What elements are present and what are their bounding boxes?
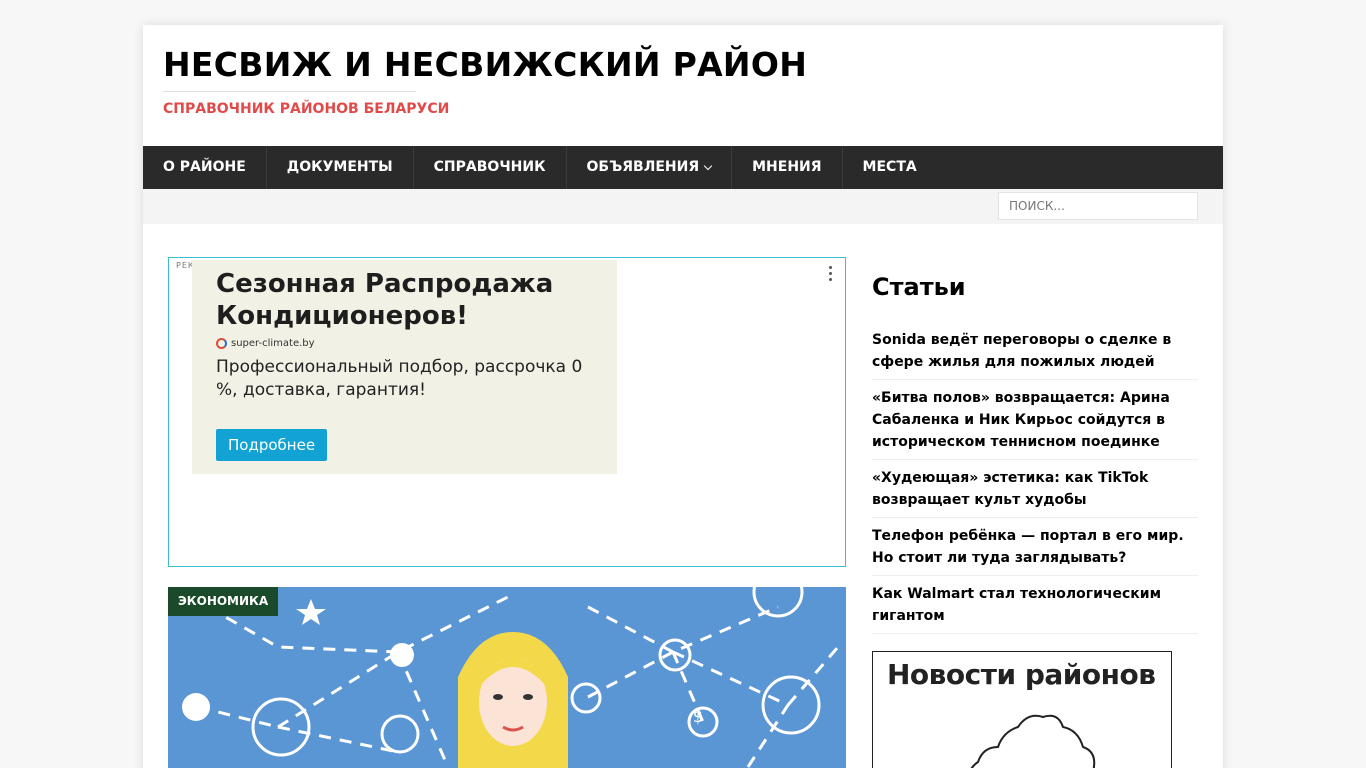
- nav-item-documents[interactable]: ДОКУМЕНТЫ: [267, 146, 414, 189]
- nav-item-directory[interactable]: СПРАВОЧНИК: [414, 146, 567, 189]
- article-list: Sonida ведёт переговоры о сделке в сфере…: [872, 327, 1198, 639]
- site-title[interactable]: НЕСВИЖ И НЕСВИЖСКИЙ РАЙОН: [163, 45, 807, 84]
- ad-domain-text: super-climate.by: [231, 338, 315, 349]
- news-banner-title: Новости районов: [887, 658, 1156, 691]
- main-navigation: О РАЙОНЕ ДОКУМЕНТЫ СПРАВОЧНИК ОБЪЯВЛЕНИЯ…: [143, 146, 1223, 189]
- title-divider: [163, 91, 416, 92]
- nav-item-about[interactable]: О РАЙОНЕ: [143, 146, 267, 189]
- ad-more-button[interactable]: Подробнее: [216, 429, 328, 461]
- nav-item-opinions[interactable]: МНЕНИЯ: [732, 146, 843, 189]
- chevron-down-icon: [703, 161, 713, 170]
- ad-domain: super-climate.by: [216, 338, 315, 349]
- article-link[interactable]: Как Walmart стал технологическим гиганто…: [872, 581, 1198, 634]
- nav-item-label: ДОКУМЕНТЫ: [286, 159, 393, 175]
- svg-text:$: $: [693, 707, 703, 726]
- ad-title[interactable]: Сезонная Распродажа Кондиционеров!: [216, 268, 606, 332]
- nav-item-label: МНЕНИЯ: [752, 159, 822, 175]
- article-link[interactable]: «Худеющая» эстетика: как TikTok возвраща…: [872, 465, 1198, 518]
- site-description: СПРАВОЧНИК РАЙОНОВ БЕЛАРУСИ: [163, 101, 450, 117]
- nav-item-label: МЕСТА: [862, 159, 917, 175]
- nav-item-label: О РАЙОНЕ: [163, 159, 246, 175]
- search-bar: [143, 189, 1223, 224]
- nav-item-ads[interactable]: ОБЪЯВЛЕНИЯ: [567, 146, 733, 189]
- news-banner[interactable]: Новости районов: [872, 651, 1172, 768]
- search-input[interactable]: [998, 192, 1198, 220]
- belarus-map-icon: [970, 714, 1096, 768]
- brand-logo-icon: [216, 338, 227, 349]
- nav-item-label: СПРАВОЧНИК: [433, 159, 546, 175]
- more-options-icon[interactable]: [829, 266, 833, 284]
- ad-panel[interactable]: Сезонная Распродажа Кондиционеров! super…: [192, 260, 617, 474]
- article-link[interactable]: Sonida ведёт переговоры о сделке в сфере…: [872, 327, 1198, 380]
- nav-item-places[interactable]: МЕСТА: [843, 146, 937, 189]
- category-badge[interactable]: ЭКОНОМИКА: [168, 587, 279, 616]
- sidebar-title: Статьи: [872, 273, 966, 301]
- ad-text: Профессиональный подбор, рассрочка 0 %, …: [216, 357, 583, 400]
- nav-item-label: ОБЪЯВЛЕНИЯ: [586, 159, 700, 175]
- featured-post-image[interactable]: ЭКОНОМИКА $: [168, 587, 846, 768]
- page-wrapper: НЕСВИЖ И НЕСВИЖСКИЙ РАЙОН СПРАВОЧНИК РАЙ…: [143, 25, 1223, 768]
- ad-block[interactable]: РЕКЛАМА Сезонная Распродажа Кондиционеро…: [168, 257, 846, 567]
- article-link[interactable]: «Битва полов» возвращается: Арина Сабале…: [872, 385, 1198, 460]
- article-link[interactable]: Телефон ребёнка — портал в его мир. Но с…: [872, 523, 1198, 576]
